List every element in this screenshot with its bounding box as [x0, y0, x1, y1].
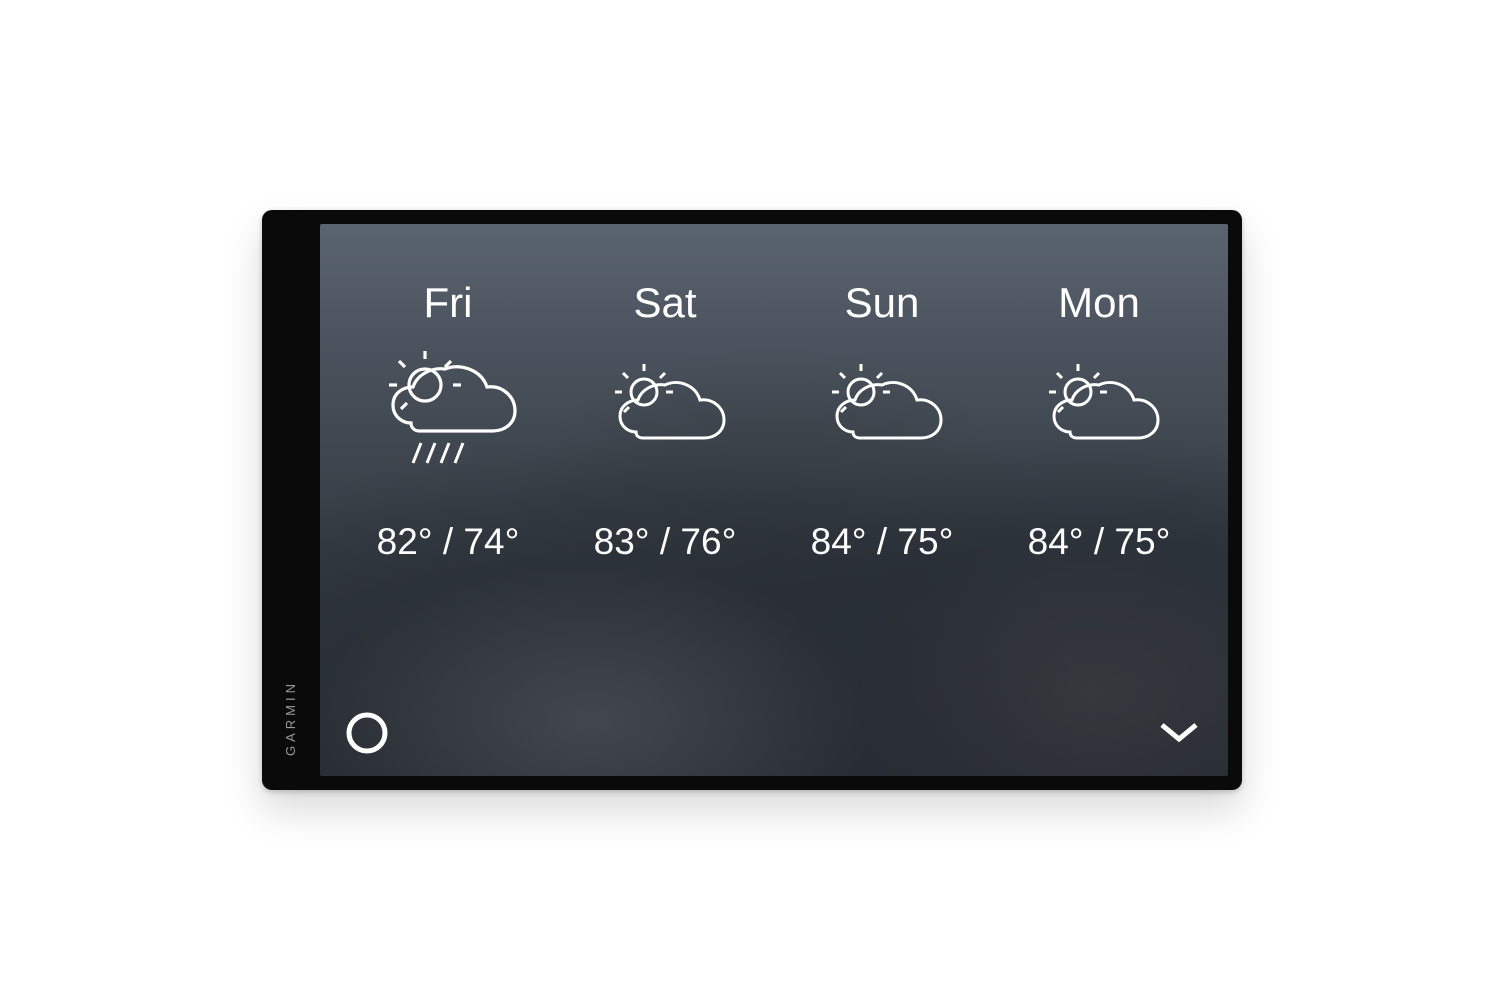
- day-label: Sun: [845, 279, 920, 327]
- alexa-icon: [346, 712, 388, 754]
- temp-range: 82° / 74°: [377, 521, 520, 563]
- forecast-row: Fri: [320, 224, 1228, 706]
- expand-button[interactable]: [1156, 719, 1202, 747]
- device-bezel: GARMIN: [262, 224, 320, 776]
- brand-label: GARMIN: [283, 680, 298, 756]
- forecast-day-sun[interactable]: Sun 84°: [774, 279, 991, 706]
- voice-assistant-button[interactable]: [346, 712, 388, 754]
- forecast-day-fri[interactable]: Fri: [340, 279, 557, 706]
- screen[interactable]: Fri: [320, 224, 1228, 776]
- partly-cloudy-icon: [598, 345, 733, 495]
- bottom-bar: [320, 706, 1228, 776]
- day-label: Fri: [424, 279, 473, 327]
- chevron-down-icon: [1156, 719, 1202, 747]
- partly-cloudy-rain-icon: [363, 345, 533, 495]
- forecast-day-sat[interactable]: Sat 83°: [557, 279, 774, 706]
- partly-cloudy-icon: [1032, 345, 1167, 495]
- forecast-day-mon[interactable]: Mon 84°: [991, 279, 1208, 706]
- temp-range: 84° / 75°: [811, 521, 954, 563]
- device-frame: GARMIN Fri: [262, 210, 1242, 790]
- temp-range: 84° / 75°: [1028, 521, 1171, 563]
- partly-cloudy-icon: [815, 345, 950, 495]
- day-label: Mon: [1058, 279, 1140, 327]
- day-label: Sat: [633, 279, 696, 327]
- temp-range: 83° / 76°: [594, 521, 737, 563]
